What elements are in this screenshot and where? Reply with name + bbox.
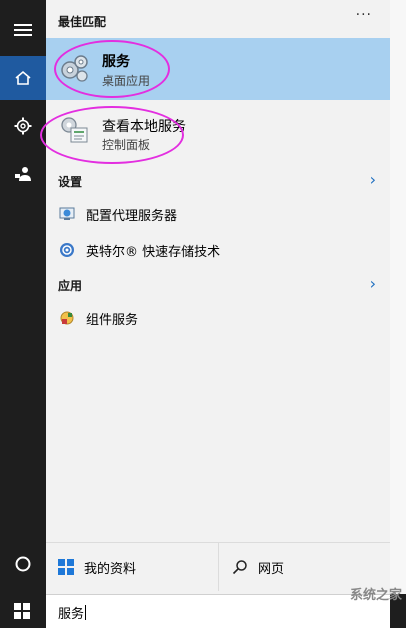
- component-services-label: 组件服务: [86, 313, 139, 328]
- cortana-circle-icon: [15, 556, 31, 572]
- tab-web-label: 网页: [258, 561, 285, 577]
- intel-rst-label: 英特尔® 快速存储技术: [86, 245, 221, 260]
- tab-web[interactable]: 网页: [232, 543, 284, 591]
- proxy-label: 配置代理服务器: [86, 209, 178, 224]
- menu-button[interactable]: [0, 8, 46, 52]
- left-rail: [0, 0, 46, 594]
- windows-logo-icon: [58, 559, 74, 575]
- start-button[interactable]: [14, 603, 30, 623]
- tab-my-stuff-label: 我的资料: [84, 561, 137, 577]
- watermark-text: 系统之家: [349, 588, 402, 603]
- more-options-button[interactable]: ···: [356, 7, 372, 23]
- search-input-value: 服务: [58, 605, 87, 622]
- search-icon: [232, 560, 247, 575]
- hamburger-icon: [14, 21, 32, 39]
- best-match-header: 最佳匹配: [58, 15, 107, 29]
- feedback-button[interactable]: [0, 152, 46, 196]
- search-scope-tabs: 我的资料 网页: [46, 542, 390, 591]
- component-services-icon: [60, 311, 74, 325]
- globe-network-icon: [59, 207, 75, 220]
- search-input[interactable]: 服务: [46, 594, 390, 629]
- settings-header: 设置: [58, 175, 83, 189]
- tab-divider: [218, 543, 219, 591]
- settings-item-intel-rst[interactable]: 英特尔® 快速存储技术: [46, 233, 390, 267]
- annotation-circle: [40, 106, 184, 164]
- tab-my-stuff[interactable]: 我的资料: [58, 543, 136, 591]
- apps-expand-chevron-icon[interactable]: ›: [370, 274, 376, 293]
- panel-scroll-edge: [390, 0, 406, 628]
- settings-button[interactable]: [0, 104, 46, 148]
- annotation-circle: [54, 40, 170, 98]
- apps-header: 应用: [58, 279, 83, 293]
- gear-icon: [14, 117, 32, 135]
- settings-expand-chevron-icon[interactable]: ›: [370, 170, 376, 189]
- settings-item-proxy[interactable]: 配置代理服务器: [46, 197, 390, 231]
- app-item-component-services[interactable]: 组件服务: [46, 301, 390, 335]
- text-caret: [85, 605, 87, 620]
- intel-storage-icon: [60, 243, 74, 257]
- search-results-panel: 最佳匹配 ··· 服务 桌面应用 查看本地服务 控制面板 设置 › 配置代理服务…: [40, 0, 390, 594]
- cortana-button[interactable]: [0, 542, 46, 586]
- windows-start-icon: [14, 603, 30, 619]
- home-button[interactable]: [0, 56, 46, 100]
- people-icon: [15, 167, 31, 181]
- home-icon: [15, 70, 31, 85]
